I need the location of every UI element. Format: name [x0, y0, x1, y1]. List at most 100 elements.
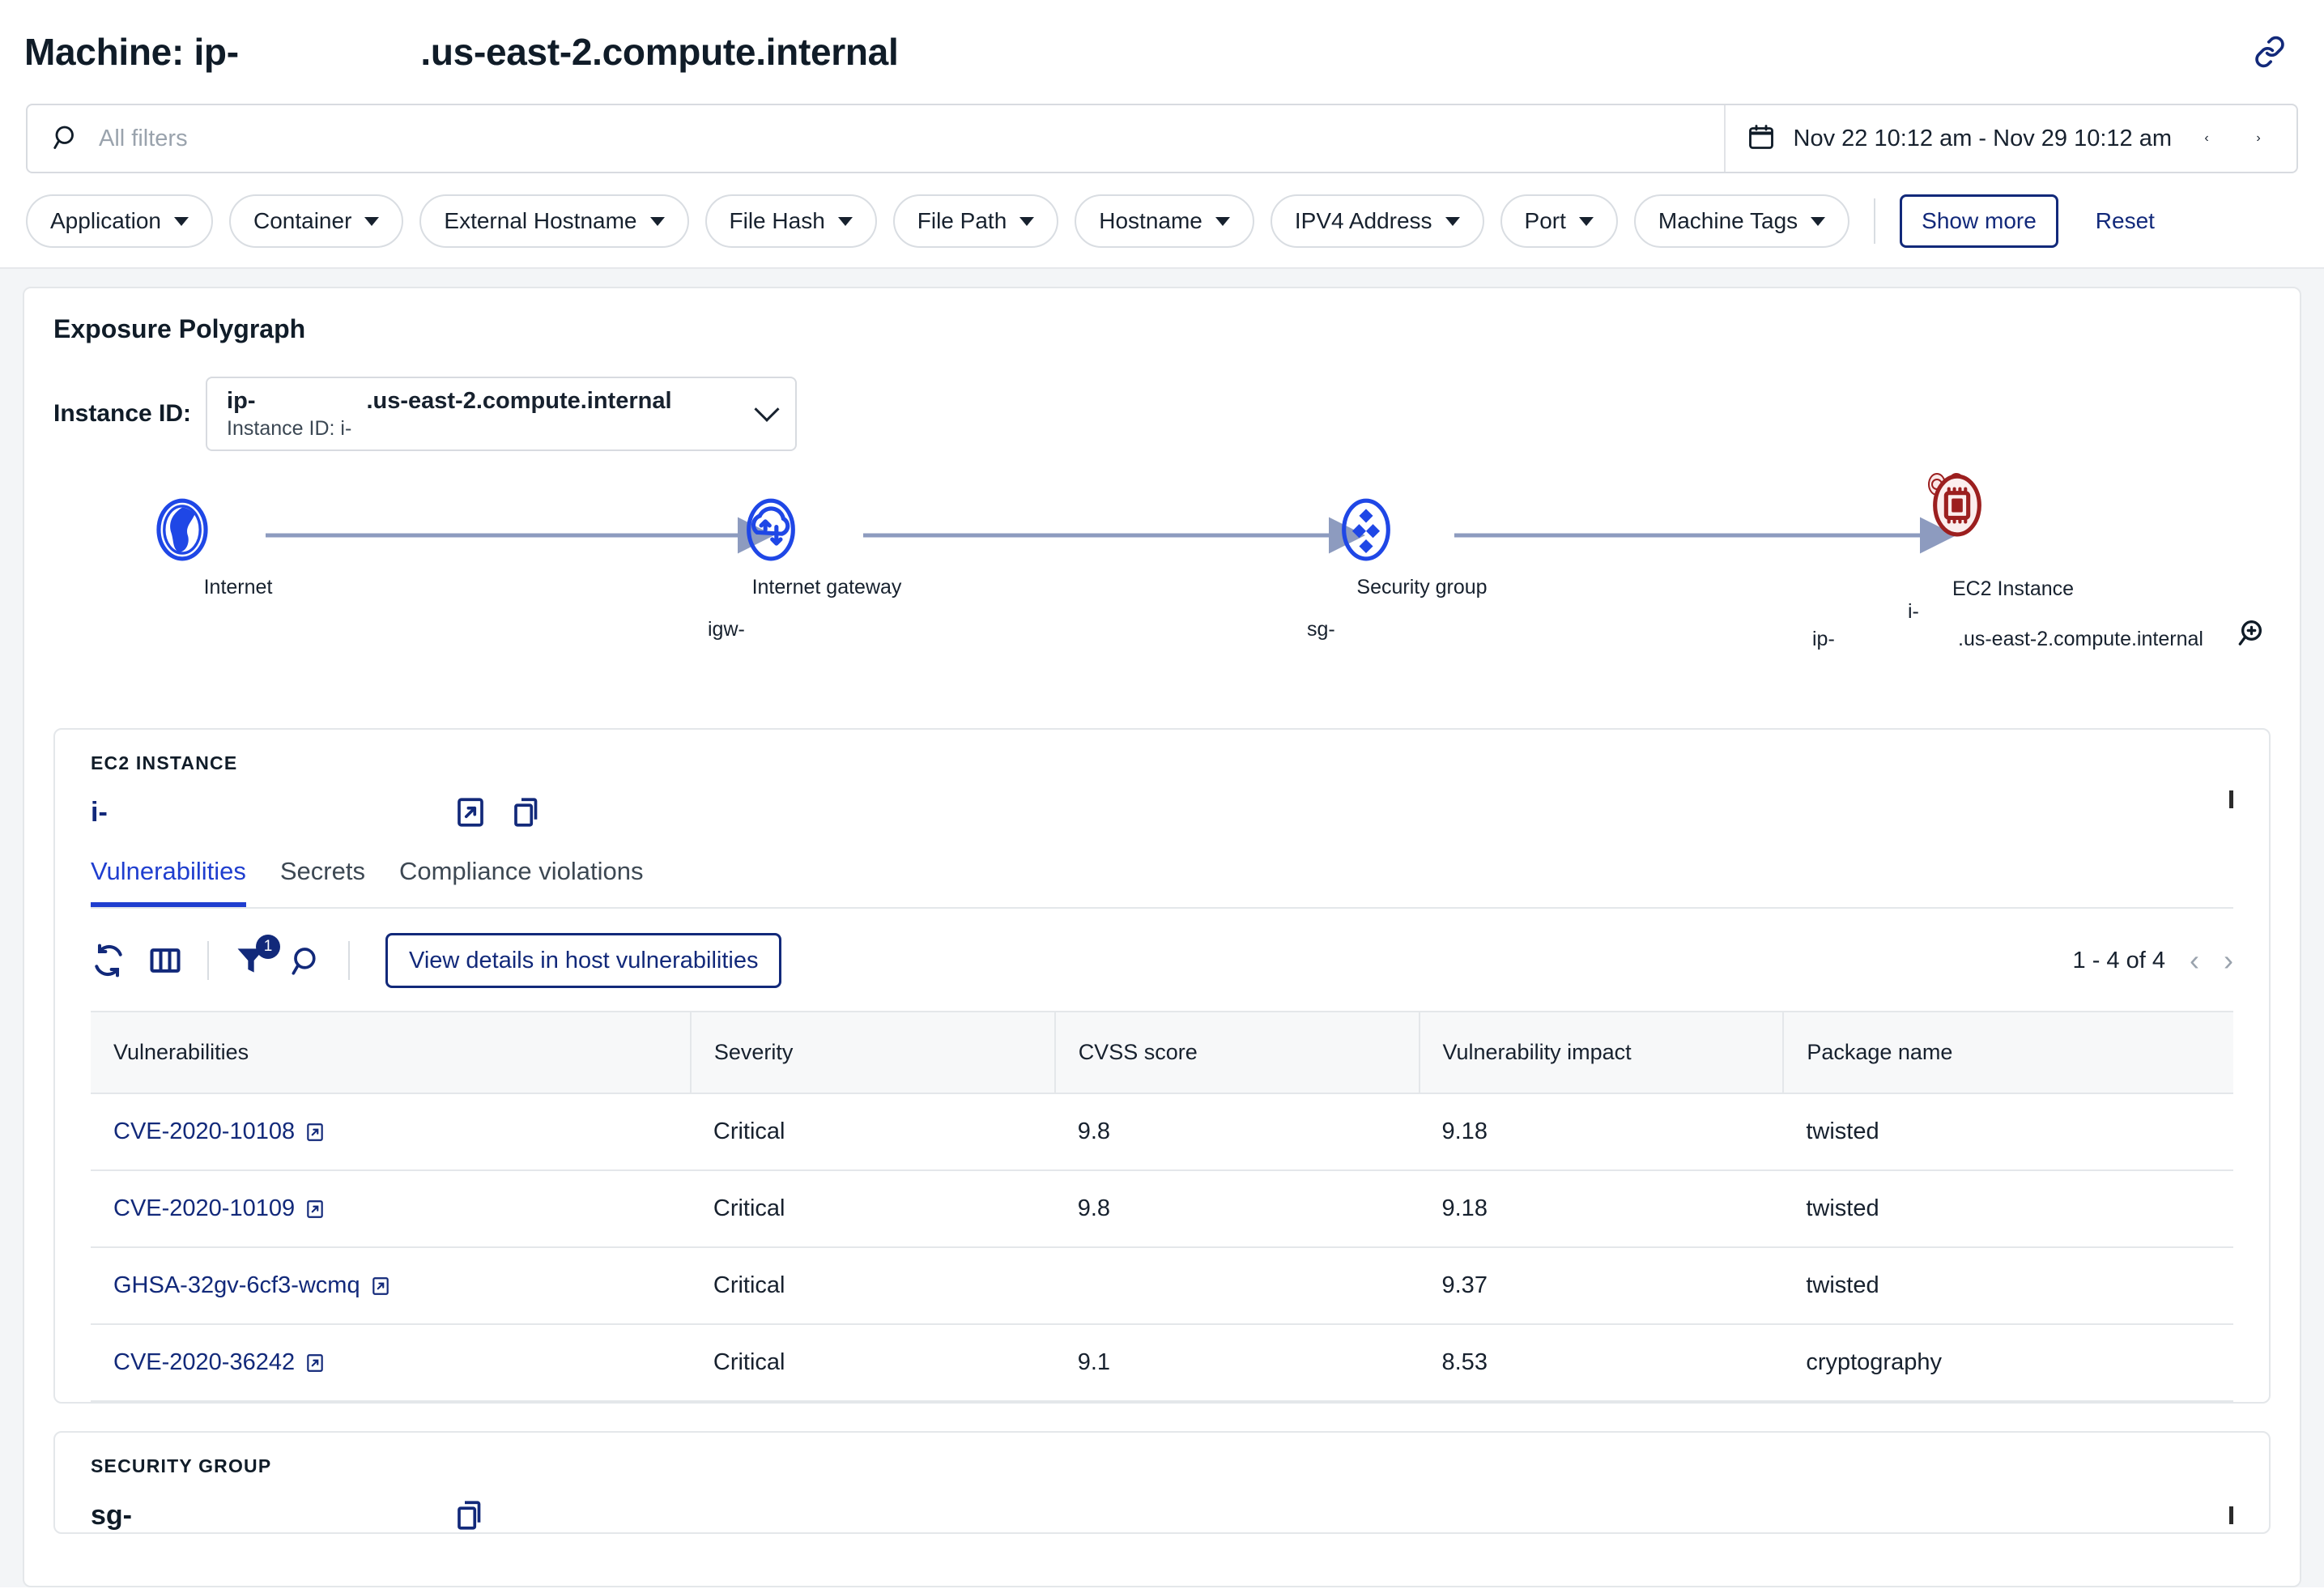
chevron-down-icon	[838, 217, 853, 226]
vulnerabilities-table: Vulnerabilities Severity CVSS score Vuln…	[91, 1011, 2233, 1402]
columns-icon[interactable]	[147, 943, 183, 978]
table-header: Vulnerabilities Severity CVSS score Vuln…	[91, 1012, 2233, 1093]
pagination-prev-button[interactable]: ‹	[2190, 946, 2199, 975]
ec2-instance-card: EC2 INSTANCE i-	[53, 728, 2271, 1404]
graph-node-security-group[interactable]: Security group	[1333, 496, 1511, 599]
filter-icon[interactable]: 1	[233, 943, 269, 978]
instance-id-select[interactable]: ip- .us-east-2.compute.internal Instance…	[206, 377, 797, 451]
filter-chip-external-hostname[interactable]: External Hostname	[419, 194, 688, 248]
filter-chip-port[interactable]: Port	[1500, 194, 1618, 248]
filter-chip-file-hash[interactable]: File Hash	[705, 194, 877, 248]
zoom-out-icon[interactable]	[2233, 665, 2267, 699]
cell-vulnerability: CVE-2020-10109	[91, 1170, 691, 1247]
filter-chip-file-path[interactable]: File Path	[893, 194, 1059, 248]
cell-vulnerability-impact: 9.18	[1420, 1093, 1784, 1170]
ec2-card-collapse-button[interactable]	[2229, 794, 2233, 809]
filter-chip-hostname[interactable]: Hostname	[1075, 194, 1254, 248]
ec2-instance-icon	[1924, 472, 2102, 569]
copy-icon[interactable]	[453, 1498, 487, 1532]
tab-vulnerabilities[interactable]: Vulnerabilities	[91, 857, 246, 907]
column-header-vulnerabilities[interactable]: Vulnerabilities	[91, 1012, 691, 1093]
cell-vulnerability: GHSA-32gv-6cf3-wcmq	[91, 1247, 691, 1324]
instance-id-label: Instance ID:	[53, 400, 191, 428]
page-title: Machine: ip- .us-east-2.compute.internal	[24, 30, 898, 74]
refresh-icon[interactable]	[91, 943, 126, 978]
filter-chip-machine-tags[interactable]: Machine Tags	[1634, 194, 1849, 248]
vulnerability-link[interactable]: GHSA-32gv-6cf3-wcmq	[113, 1272, 391, 1299]
sg-card-collapse-button[interactable]	[2229, 1510, 2233, 1525]
instance-id-row: Instance ID: ip- .us-east-2.compute.inte…	[53, 377, 2271, 451]
view-details-in-host-vulnerabilities-button[interactable]: View details in host vulnerabilities	[385, 933, 781, 988]
graph-node-ec2-instance[interactable]: EC2 Instance	[1924, 472, 2102, 601]
table-body: CVE-2020-10108 Critical 9.8 9.18 twisted	[91, 1093, 2233, 1401]
security-group-icon	[1333, 496, 1511, 568]
cell-package-name: twisted	[1783, 1170, 2233, 1247]
cell-severity: Critical	[691, 1247, 1055, 1324]
ec2-instance-id: i-	[91, 797, 431, 829]
toolbar-divider	[348, 941, 350, 980]
search-icon	[52, 122, 81, 155]
reset-link[interactable]: Reset	[2096, 208, 2155, 234]
cell-severity: Critical	[691, 1324, 1055, 1401]
ec2-card-tabs: Vulnerabilities Secrets Compliance viola…	[91, 857, 2233, 909]
search-icon[interactable]	[290, 944, 324, 978]
sg-card-kicker: SECURITY GROUP	[91, 1455, 2233, 1477]
filter-chip-ipv4-address[interactable]: IPV4 Address	[1271, 194, 1484, 248]
tab-secrets[interactable]: Secrets	[280, 857, 365, 907]
pagination-next-button[interactable]: ›	[2224, 946, 2233, 975]
show-more-button[interactable]: Show more	[1900, 194, 2058, 248]
table-row: GHSA-32gv-6cf3-wcmq Critical 9.37 twiste…	[91, 1247, 2233, 1324]
chevron-down-icon	[174, 217, 189, 226]
cell-vulnerability-impact: 9.37	[1420, 1247, 1784, 1324]
tab-compliance-violations[interactable]: Compliance violations	[399, 857, 644, 907]
cell-package-name: twisted	[1783, 1093, 2233, 1170]
internet-gateway-icon	[738, 496, 916, 568]
globe-icon	[149, 496, 327, 568]
vulnerability-id: CVE-2020-36242	[113, 1349, 295, 1376]
column-header-severity[interactable]: Severity	[691, 1012, 1055, 1093]
external-link-icon	[304, 1353, 326, 1374]
date-prev-button[interactable]: ‹	[2190, 114, 2224, 163]
vulnerability-id: GHSA-32gv-6cf3-wcmq	[113, 1272, 360, 1299]
cell-cvss-score: 9.1	[1055, 1324, 1420, 1401]
chip-label: File Hash	[730, 208, 825, 234]
column-header-package-name[interactable]: Package name	[1783, 1012, 2233, 1093]
vulnerability-id: CVE-2020-10108	[113, 1118, 295, 1145]
copy-icon[interactable]	[510, 795, 544, 829]
search-input[interactable]: All filters	[28, 105, 1726, 172]
date-next-button[interactable]: ›	[2241, 114, 2275, 163]
table-row: CVE-2020-10109 Critical 9.8 9.18 twisted	[91, 1170, 2233, 1247]
chevron-down-icon	[650, 217, 665, 226]
table-pagination: 1 - 4 of 4 ‹ ›	[2073, 946, 2233, 975]
cell-package-name: twisted	[1783, 1247, 2233, 1324]
vulnerability-link[interactable]: CVE-2020-36242	[113, 1349, 326, 1376]
ec2-card-kicker: EC2 INSTANCE	[91, 752, 2233, 774]
filter-badge: 1	[256, 935, 280, 959]
graph-node-internet[interactable]: Internet	[149, 496, 327, 599]
open-in-new-icon[interactable]	[453, 795, 487, 829]
vulnerability-link[interactable]: CVE-2020-10109	[113, 1195, 326, 1222]
filter-chip-application[interactable]: Application	[26, 194, 213, 248]
graph-node-internet-gateway[interactable]: Internet gateway	[738, 496, 916, 599]
chip-divider	[1874, 198, 1875, 244]
column-header-cvss-score[interactable]: CVSS score	[1055, 1012, 1420, 1093]
instance-id-sub: Instance ID: i-	[227, 416, 758, 441]
table-row: CVE-2020-36242 Critical 9.1 8.53 cryptog…	[91, 1324, 2233, 1401]
cell-cvss-score: 9.8	[1055, 1170, 1420, 1247]
external-link-icon	[370, 1276, 391, 1297]
chip-label: Container	[253, 208, 351, 234]
chip-label: Hostname	[1099, 208, 1202, 234]
column-header-vulnerability-impact[interactable]: Vulnerability impact	[1420, 1012, 1784, 1093]
date-range-picker[interactable]: Nov 22 10:12 am - Nov 29 10:12 am ‹ ›	[1726, 105, 2296, 172]
exposure-polygraph-panel: Exposure Polygraph Instance ID: ip- .us-…	[23, 287, 2301, 1587]
filter-chip-container[interactable]: Container	[229, 194, 403, 248]
sg-card-id-row: sg-	[91, 1498, 2233, 1532]
link-icon[interactable]	[2248, 30, 2292, 74]
chevron-down-icon	[754, 397, 779, 422]
vulnerability-link[interactable]: CVE-2020-10108	[113, 1118, 326, 1145]
main-content: Exposure Polygraph Instance ID: ip- .us-…	[0, 269, 2324, 1587]
graph-node-label: Security group	[1333, 576, 1511, 599]
graph-sublabel-sg: sg-	[1307, 618, 1335, 641]
security-group-id: sg-	[91, 1500, 431, 1531]
pagination-text: 1 - 4 of 4	[2073, 948, 2165, 974]
